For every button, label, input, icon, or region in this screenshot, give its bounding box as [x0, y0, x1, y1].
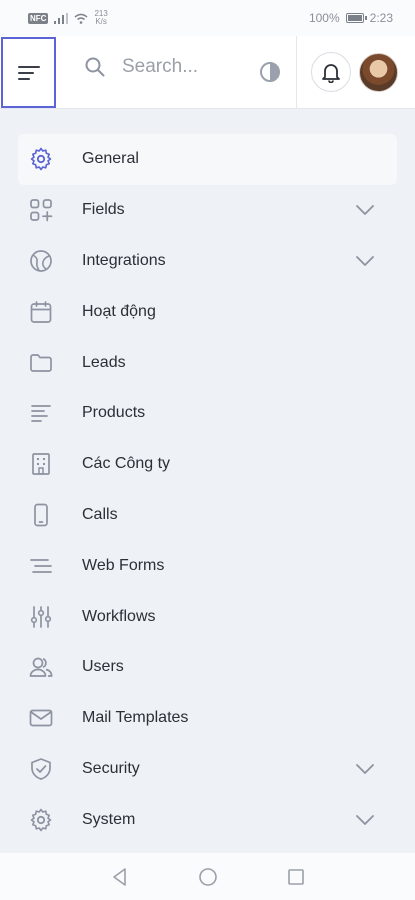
menu-item-companies[interactable]: Các Công ty	[18, 439, 397, 490]
menu-item-calls[interactable]: Calls	[18, 490, 397, 541]
avatar[interactable]	[359, 53, 398, 92]
folder-icon	[29, 351, 53, 375]
grid-plus-icon	[29, 198, 53, 222]
clock: 2:23	[369, 11, 393, 25]
signal-icon	[54, 12, 69, 24]
menu-item-label: Hoạt động	[82, 302, 156, 320]
menu-item-label: Security	[82, 759, 140, 777]
globe-icon	[29, 249, 53, 273]
top-header	[0, 36, 415, 109]
home-icon[interactable]	[198, 867, 218, 887]
menu-item-label: Calls	[82, 505, 118, 523]
system-nav-bar	[0, 853, 415, 900]
menu-item-workflows[interactable]: Workflows	[18, 591, 397, 642]
lines-icon	[29, 401, 53, 425]
menu-item-users[interactable]: Users	[18, 642, 397, 693]
chevron-down-icon[interactable]	[355, 763, 375, 775]
battery-percent: 100%	[308, 11, 340, 25]
back-icon[interactable]	[110, 867, 130, 887]
speed-unit: K/s	[95, 17, 107, 26]
menu-item-label: Fields	[82, 201, 125, 219]
bell-icon	[322, 64, 340, 83]
chevron-down-icon[interactable]	[355, 255, 375, 267]
menu-item-label: Leads	[82, 353, 126, 371]
menu-item-security[interactable]: Security	[18, 744, 397, 795]
search-input[interactable]	[122, 56, 242, 78]
menu-item-label: Users	[82, 658, 124, 676]
menu-item-label: Mail Templates	[82, 709, 189, 727]
status-bar: NFC 213 K/s 100% 2:23	[0, 0, 415, 36]
calendar-icon	[29, 300, 53, 324]
theme-toggle-button[interactable]	[259, 61, 281, 83]
list-icon	[29, 554, 53, 578]
notifications-button[interactable]	[311, 52, 351, 92]
battery-icon	[345, 13, 367, 23]
menu-item-label: Integrations	[82, 251, 166, 269]
menu-item-general[interactable]: General	[18, 134, 397, 185]
menu-item-fields[interactable]: Fields	[18, 185, 397, 236]
shield-icon	[29, 757, 53, 781]
menu-item-label: General	[82, 150, 139, 168]
contrast-icon	[260, 62, 280, 82]
gear-icon	[29, 147, 53, 171]
hamburger-icon	[17, 65, 40, 80]
menu-item-label: Workflows	[82, 607, 156, 625]
search-icon	[85, 57, 105, 77]
menu-item-label: Các Công ty	[82, 455, 171, 473]
menu-item-products[interactable]: Products	[18, 388, 397, 439]
menu-item-activities[interactable]: Hoạt động	[18, 286, 397, 337]
menu-item-system[interactable]: System	[18, 794, 397, 845]
menu-item-mail-templates[interactable]: Mail Templates	[18, 693, 397, 744]
phone-icon	[29, 503, 53, 527]
status-right: 100% 2:23	[309, 11, 393, 25]
settings-menu: General Fields Integrations Hoạt động Le…	[18, 134, 397, 845]
menu-item-label: Web Forms	[82, 556, 165, 574]
gear-icon	[29, 808, 53, 832]
menu-item-web-forms[interactable]: Web Forms	[18, 540, 397, 591]
recents-icon[interactable]	[286, 867, 306, 887]
wifi-icon	[74, 13, 88, 24]
network-speed: 213 K/s	[94, 10, 107, 26]
chevron-down-icon[interactable]	[355, 814, 375, 826]
menu-item-label: Products	[82, 404, 146, 422]
users-icon	[29, 655, 53, 679]
sliders-icon	[29, 605, 53, 629]
menu-item-leads[interactable]: Leads	[18, 337, 397, 388]
menu-item-integrations[interactable]: Integrations	[18, 236, 397, 287]
nfc-badge: NFC	[28, 12, 49, 24]
building-icon	[29, 452, 53, 476]
search-bar[interactable]	[84, 56, 242, 78]
mail-icon	[29, 706, 53, 730]
chevron-down-icon[interactable]	[355, 204, 375, 216]
header-divider	[296, 36, 297, 108]
status-left: NFC 213 K/s	[28, 10, 108, 26]
menu-toggle-button[interactable]	[1, 37, 56, 108]
menu-item-label: System	[82, 810, 136, 828]
